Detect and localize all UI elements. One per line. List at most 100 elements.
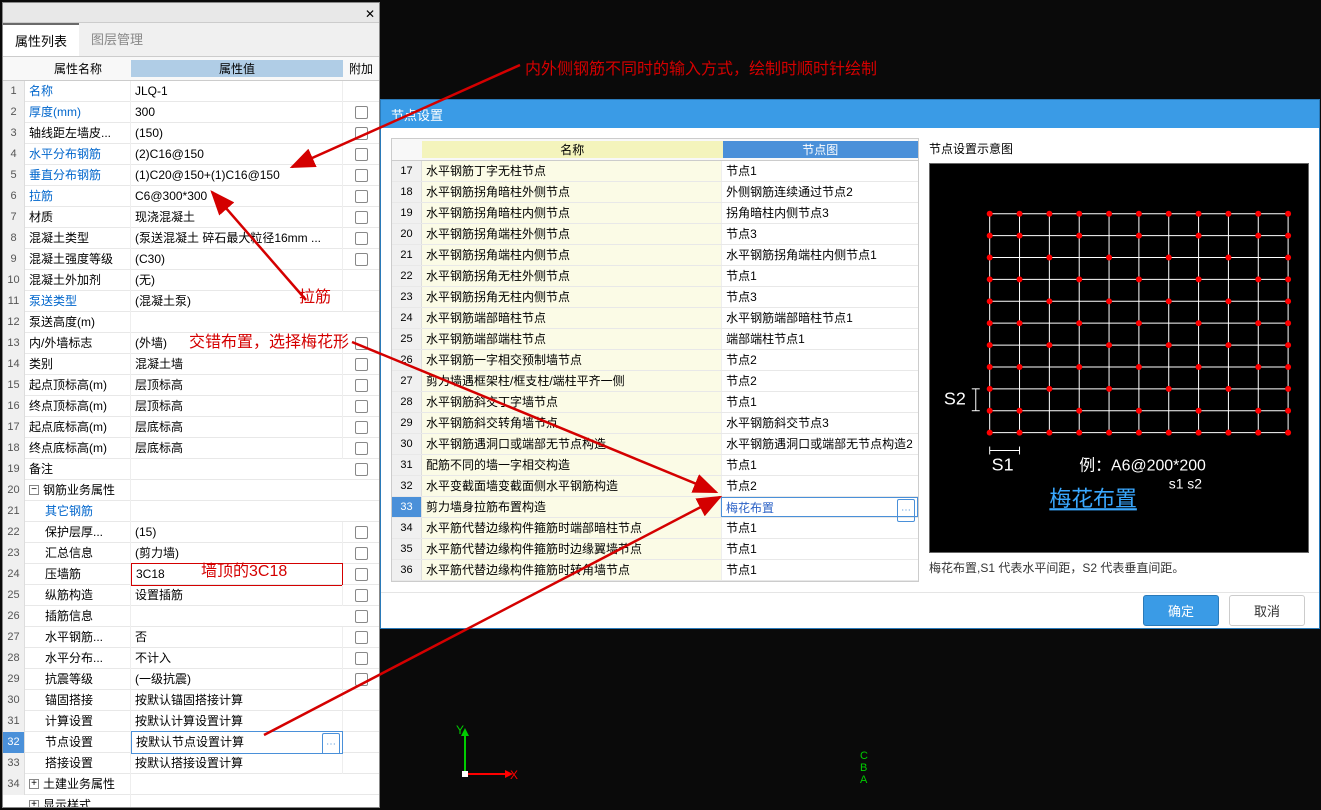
checkbox[interactable] (355, 358, 368, 371)
property-value[interactable]: 层顶标高 (131, 396, 343, 417)
property-value[interactable]: (2)C16@150 (131, 144, 343, 165)
checkbox[interactable] (355, 610, 368, 623)
property-value[interactable]: 层底标高 (131, 417, 343, 438)
node-row[interactable]: 20水平钢筋拐角端柱外侧节点节点3 (392, 224, 918, 245)
checkbox[interactable] (355, 589, 368, 602)
tab-layers[interactable]: 图层管理 (79, 23, 155, 56)
property-value[interactable]: JLQ-1 (131, 81, 343, 102)
expand-icon[interactable]: + (29, 800, 39, 807)
ok-button[interactable]: 确定 (1143, 595, 1219, 626)
node-row-fig[interactable]: 水平钢筋端部暗柱节点1 (722, 308, 918, 328)
property-row[interactable]: 23汇总信息(剪力墙) (3, 543, 379, 564)
property-row[interactable]: 8混凝土类型(泵送混凝土 碎石最大粒径16mm ... (3, 228, 379, 249)
node-row[interactable]: 27剪力墙遇框架柱/框支柱/端柱平齐一侧节点2 (392, 371, 918, 392)
property-value[interactable]: (1)C20@150+(1)C16@150 (131, 165, 343, 186)
property-row[interactable]: 2厚度(mm)300 (3, 102, 379, 123)
checkbox[interactable] (355, 190, 368, 203)
property-row[interactable]: 3轴线距左墙皮...(150) (3, 123, 379, 144)
property-value[interactable]: (外墙) (131, 333, 343, 354)
node-row-fig[interactable]: 节点2 (722, 350, 918, 370)
property-row[interactable]: 20−钢筋业务属性 (3, 480, 379, 501)
property-row[interactable]: 15起点顶标高(m)层顶标高 (3, 375, 379, 396)
property-row[interactable]: 1名称JLQ-1 (3, 81, 379, 102)
property-value[interactable]: 不计入 (131, 648, 343, 669)
property-row[interactable]: 31计算设置按默认计算设置计算 (3, 711, 379, 732)
property-row[interactable]: 7材质现浇混凝土 (3, 207, 379, 228)
node-row-fig[interactable]: 节点3 (722, 287, 918, 307)
node-row-fig[interactable]: 节点1 (722, 539, 918, 559)
checkbox[interactable] (355, 568, 368, 581)
expand-icon[interactable]: + (29, 779, 39, 789)
property-value[interactable]: 按默认节点设置计算 (131, 731, 343, 754)
checkbox[interactable] (355, 652, 368, 665)
node-row[interactable]: 31配筋不同的墙一字相交构造节点1 (392, 455, 918, 476)
node-row-fig[interactable]: 外侧钢筋连续通过节点2 (722, 182, 918, 202)
property-row[interactable]: 26插筋信息 (3, 606, 379, 627)
node-row-fig[interactable]: 节点1 (722, 266, 918, 286)
collapse-icon[interactable]: − (29, 485, 39, 495)
node-row[interactable]: 33剪力墙身拉筋布置构造梅花布置 (392, 497, 918, 518)
node-row[interactable]: 19水平钢筋拐角暗柱内侧节点拐角暗柱内侧节点3 (392, 203, 918, 224)
node-table-body[interactable]: 17水平钢筋丁字无柱节点节点118水平钢筋拐角暗柱外侧节点外侧钢筋连续通过节点2… (392, 161, 918, 581)
property-value[interactable]: 按默认计算设置计算 (131, 711, 343, 732)
property-value[interactable]: C6@300*300 (131, 186, 343, 207)
property-row[interactable]: 24压墙筋3C18 (3, 564, 379, 585)
node-row[interactable]: 25水平钢筋端部端柱节点端部端柱节点1 (392, 329, 918, 350)
node-row-fig[interactable]: 水平钢筋拐角端柱内侧节点1 (722, 245, 918, 265)
checkbox[interactable] (355, 232, 368, 245)
property-row[interactable]: 4水平分布钢筋(2)C16@150 (3, 144, 379, 165)
property-row[interactable]: 17起点底标高(m)层底标高 (3, 417, 379, 438)
tab-properties[interactable]: 属性列表 (3, 23, 79, 56)
property-value[interactable]: 现浇混凝土 (131, 207, 343, 228)
node-row-fig[interactable]: 节点3 (722, 224, 918, 244)
node-row[interactable]: 22水平钢筋拐角无柱外侧节点节点1 (392, 266, 918, 287)
node-row[interactable]: 35水平筋代替边缘构件箍筋时边缘翼墙节点节点1 (392, 539, 918, 560)
property-value[interactable]: 按默认锚固搭接计算 (131, 690, 343, 711)
checkbox[interactable] (355, 148, 368, 161)
property-row[interactable]: 6拉筋C6@300*300 (3, 186, 379, 207)
property-row[interactable]: 28水平分布...不计入 (3, 648, 379, 669)
property-value[interactable]: 否 (131, 627, 343, 648)
node-row-fig[interactable]: 水平钢筋遇洞口或端部无节点构造2 (722, 434, 918, 454)
property-row[interactable]: 18终点底标高(m)层底标高 (3, 438, 379, 459)
checkbox[interactable] (355, 631, 368, 644)
property-row[interactable]: 33搭接设置按默认搭接设置计算 (3, 753, 379, 774)
property-row[interactable]: 27水平钢筋...否 (3, 627, 379, 648)
property-row[interactable]: 32节点设置按默认节点设置计算 (3, 732, 379, 753)
checkbox[interactable] (355, 379, 368, 392)
property-row[interactable]: 12泵送高度(m) (3, 312, 379, 333)
checkbox[interactable] (355, 211, 368, 224)
property-row[interactable]: 16终点顶标高(m)层顶标高 (3, 396, 379, 417)
checkbox[interactable] (355, 400, 368, 413)
property-row[interactable]: 22保护层厚...(15) (3, 522, 379, 543)
node-row-fig[interactable]: 节点2 (722, 371, 918, 391)
node-row-fig[interactable]: 梅花布置 (721, 497, 918, 517)
property-row[interactable]: 9混凝土强度等级(C30) (3, 249, 379, 270)
node-row[interactable]: 34水平筋代替边缘构件箍筋时端部暗柱节点节点1 (392, 518, 918, 539)
checkbox[interactable] (355, 253, 368, 266)
node-row[interactable]: 29水平钢筋斜交转角墙节点水平钢筋斜交节点3 (392, 413, 918, 434)
node-row-fig[interactable]: 节点1 (722, 392, 918, 412)
property-row[interactable]: 29抗震等级(一级抗震) (3, 669, 379, 690)
checkbox[interactable] (355, 673, 368, 686)
checkbox[interactable] (355, 463, 368, 476)
node-row-fig[interactable]: 拐角暗柱内侧节点3 (722, 203, 918, 223)
node-row-fig[interactable]: 节点1 (722, 560, 918, 580)
property-row[interactable]: 14类别混凝土墙 (3, 354, 379, 375)
property-row[interactable]: +显示样式 (3, 795, 379, 807)
property-row[interactable]: 5垂直分布钢筋(1)C20@150+(1)C16@150 (3, 165, 379, 186)
property-value[interactable]: 层底标高 (131, 438, 343, 459)
property-value[interactable]: (一级抗震) (131, 669, 343, 690)
property-row[interactable]: 10混凝土外加剂(无) (3, 270, 379, 291)
checkbox[interactable] (355, 421, 368, 434)
node-row[interactable]: 28水平钢筋斜交丁字墙节点节点1 (392, 392, 918, 413)
property-value[interactable]: (泵送混凝土 碎石最大粒径16mm ... (131, 228, 343, 249)
node-row[interactable]: 17水平钢筋丁字无柱节点节点1 (392, 161, 918, 182)
node-row-fig[interactable]: 节点1 (722, 455, 918, 475)
checkbox[interactable] (355, 106, 368, 119)
checkbox[interactable] (355, 547, 368, 560)
property-value[interactable]: 3C18 (131, 563, 343, 586)
property-row[interactable]: 21其它钢筋 (3, 501, 379, 522)
node-row-fig[interactable]: 节点1 (722, 518, 918, 538)
checkbox[interactable] (355, 127, 368, 140)
